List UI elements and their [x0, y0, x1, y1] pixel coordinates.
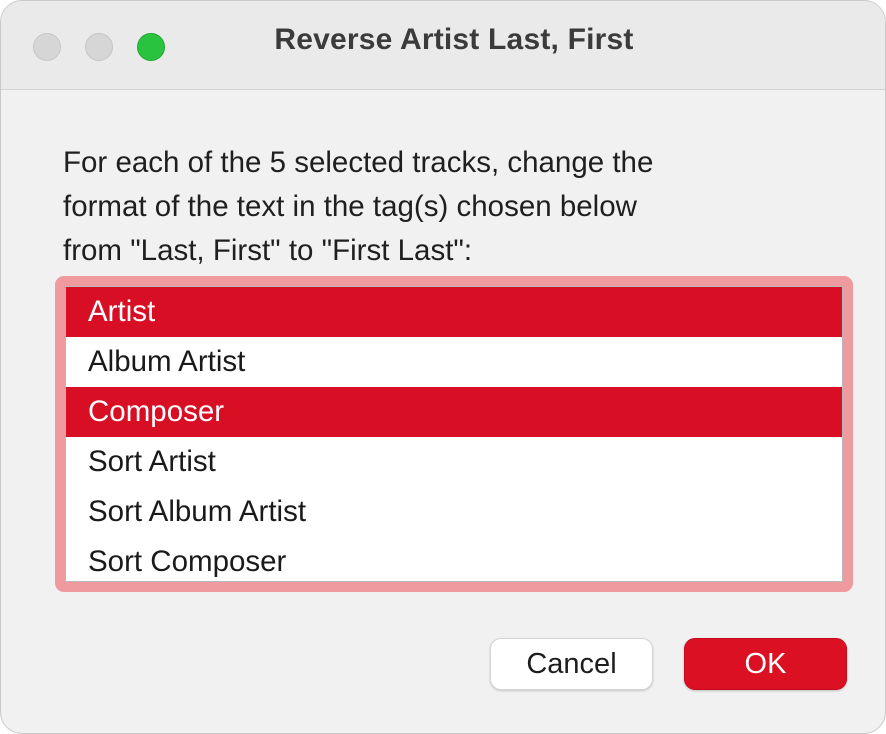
window-title: Reverse Artist Last, First: [274, 23, 634, 56]
message-line: format of the text in the tag(s) chosen …: [63, 190, 637, 223]
list-item-artist[interactable]: Artist: [66, 287, 842, 337]
dialog-window: Reverse Artist Last, First For each of t…: [0, 0, 886, 734]
cancel-button[interactable]: Cancel: [490, 638, 653, 690]
list-item-composer[interactable]: Composer: [66, 387, 842, 437]
tag-list[interactable]: Artist Album Artist Composer Sort Artist…: [65, 286, 843, 582]
title-bar[interactable]: Reverse Artist Last, First: [1, 1, 885, 90]
message-line: from "Last, First" to "First Last":: [63, 234, 473, 267]
list-item-sort-album-artist[interactable]: Sort Album Artist: [66, 487, 842, 537]
list-item-sort-composer[interactable]: Sort Composer: [66, 537, 842, 581]
list-item-sort-artist[interactable]: Sort Artist: [66, 437, 842, 487]
message-line: For each of the 5 selected tracks, chang…: [63, 146, 654, 179]
list-item-album-artist[interactable]: Album Artist: [66, 337, 842, 387]
instruction-message: For each of the 5 selected tracks, chang…: [63, 141, 843, 273]
ok-button[interactable]: OK: [684, 638, 847, 690]
